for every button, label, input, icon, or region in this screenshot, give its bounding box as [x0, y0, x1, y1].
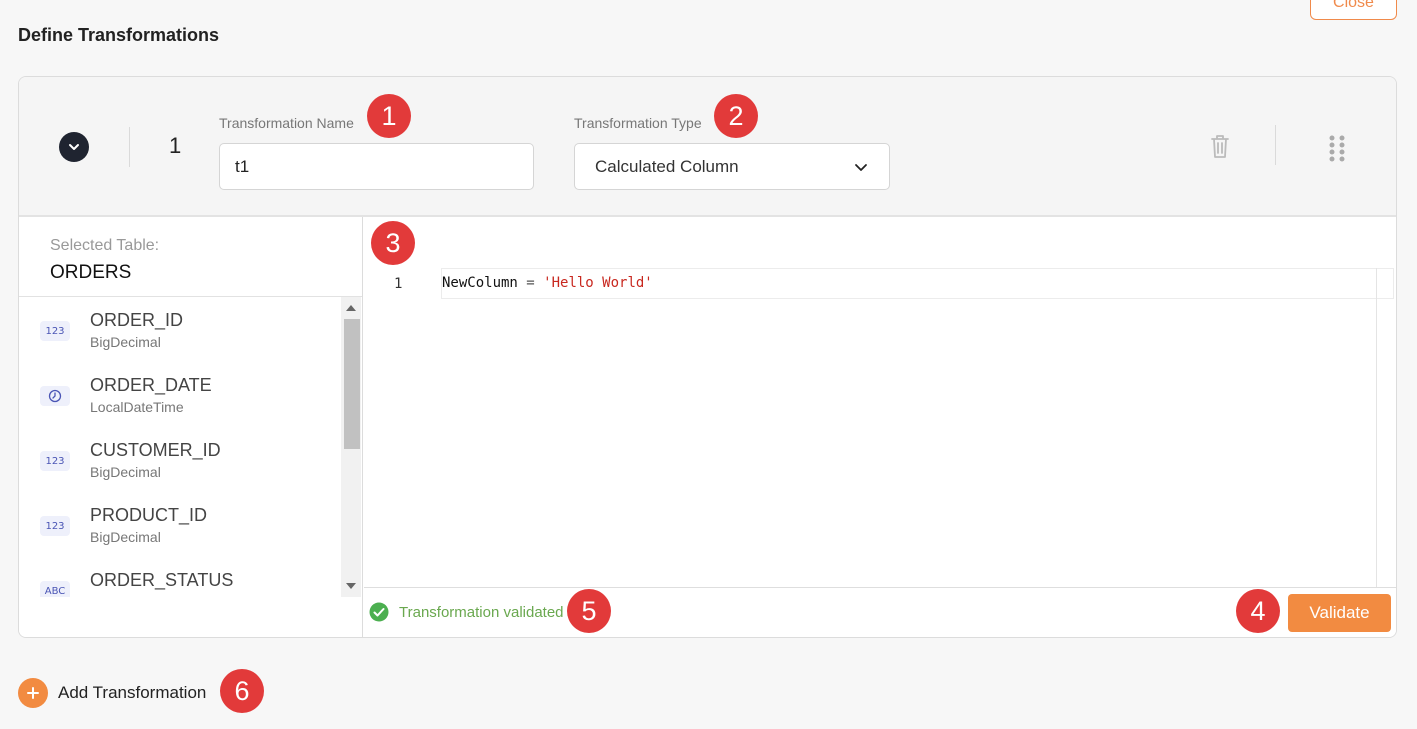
column-type: String: [90, 594, 127, 597]
transformation-header: 1 Transformation Name Transformation Typ…: [19, 77, 1396, 217]
page-title: Define Transformations: [18, 25, 220, 45]
collapse-toggle-button[interactable]: [59, 132, 89, 162]
transformation-name-input[interactable]: [219, 143, 534, 190]
add-transformation-label: Add Transformation: [58, 683, 207, 702]
chevron-down-icon: [69, 144, 79, 150]
code-operator: =: [517, 275, 544, 291]
number-type-icon: 123: [40, 321, 70, 341]
clock-icon: [40, 386, 70, 406]
add-transformation-button[interactable]: Add Transformation: [18, 678, 206, 708]
column-sidebar: Selected Table: ORDERS 123 ORDER_ID BigD…: [19, 217, 363, 637]
scroll-down-icon[interactable]: [346, 583, 356, 589]
column-item[interactable]: 123 CUSTOMER_ID BigDecimal: [19, 427, 341, 492]
callout-marker: 4: [1236, 589, 1280, 633]
column-name: ORDER_ID: [90, 310, 184, 330]
column-item[interactable]: 123 PRODUCT_ID BigDecimal: [19, 492, 341, 557]
transformation-type-select[interactable]: Calculated Column: [574, 143, 890, 190]
drag-handle-icon: [1329, 135, 1345, 162]
callout-marker: 2: [714, 94, 758, 138]
transformation-name-label: Transformation Name: [219, 115, 354, 131]
transformation-type-value: Calculated Column: [595, 156, 739, 176]
callout-marker: 5: [567, 589, 611, 633]
column-type: BigDecimal: [90, 529, 161, 545]
validate-button[interactable]: Validate: [1288, 594, 1391, 632]
column-item[interactable]: ABC ORDER_STATUS String: [19, 557, 341, 597]
column-list: 123 ORDER_ID BigDecimal ORDER_DATE Local…: [19, 297, 341, 597]
transformation-type-label: Transformation Type: [574, 115, 702, 131]
divider: [1275, 125, 1276, 165]
drag-handle[interactable]: [1327, 134, 1347, 169]
code-string: 'Hello World': [543, 275, 653, 291]
scroll-thumb[interactable]: [344, 319, 360, 449]
column-list-scrollbar[interactable]: [341, 297, 361, 597]
trash-icon: [1211, 135, 1229, 158]
column-type: BigDecimal: [90, 464, 161, 480]
number-type-icon: 123: [40, 451, 70, 471]
code-identifier: NewColumn: [442, 275, 518, 291]
validation-status: Transformation validated: [399, 604, 564, 621]
column-name: ORDER_DATE: [90, 375, 212, 395]
callout-marker: 3: [371, 221, 415, 265]
chevron-down-icon: [855, 163, 867, 171]
line-number: 1: [394, 276, 403, 292]
callout-marker: 1: [367, 94, 411, 138]
column-name: PRODUCT_ID: [90, 505, 208, 525]
column-item[interactable]: 123 ORDER_ID BigDecimal: [19, 297, 341, 362]
selected-table-label: Selected Table:: [50, 237, 160, 254]
column-type: BigDecimal: [90, 334, 161, 350]
editor-ruler: [1376, 268, 1377, 587]
code-line[interactable]: NewColumn = 'Hello World': [441, 268, 1394, 299]
number-type-icon: 123: [40, 516, 70, 536]
column-name: CUSTOMER_ID: [90, 440, 221, 460]
check-circle-icon: [369, 602, 389, 627]
column-name: ORDER_STATUS: [90, 570, 234, 590]
text-type-icon: ABC: [40, 581, 70, 597]
plus-icon: [18, 678, 48, 708]
transformation-index: 1: [169, 133, 182, 158]
code-editor[interactable]: 1 NewColumn = 'Hello World': [364, 217, 1396, 587]
close-button[interactable]: Close: [1310, 0, 1397, 20]
column-type: LocalDateTime: [90, 399, 184, 415]
callout-marker: 6: [220, 669, 264, 713]
selected-table-name: ORDERS: [50, 262, 132, 283]
column-item[interactable]: ORDER_DATE LocalDateTime: [19, 362, 341, 427]
delete-transformation-button[interactable]: [1209, 133, 1231, 164]
scroll-up-icon[interactable]: [346, 305, 356, 311]
divider: [129, 127, 130, 167]
transformation-card: 1 Transformation Name Transformation Typ…: [18, 76, 1397, 638]
